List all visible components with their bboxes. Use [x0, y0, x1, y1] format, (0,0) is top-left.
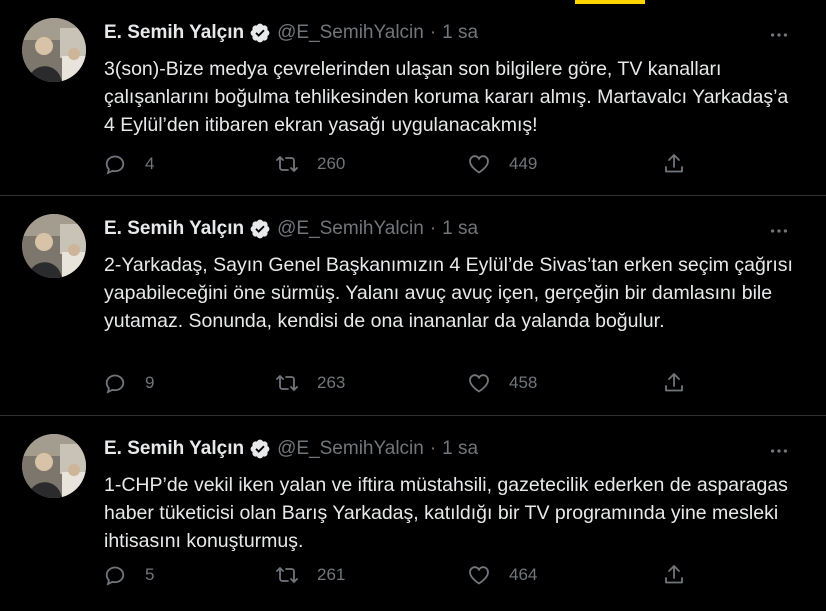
author-name[interactable]: E. Semih Yalçın — [104, 218, 244, 240]
timestamp[interactable]: 1 sa — [442, 218, 478, 240]
reply-button[interactable]: 9 — [103, 368, 154, 398]
retweet-count: 261 — [317, 565, 346, 584]
retweet-button[interactable]: 263 — [275, 368, 345, 398]
heart-icon — [469, 566, 489, 585]
share-icon — [665, 154, 683, 173]
separator-dot: · — [429, 438, 437, 459]
tweet-header: E. Semih Yalçın @E_SemihYalcin · 1 sa — [104, 218, 478, 240]
like-count: 464 — [509, 565, 538, 584]
verified-badge-icon — [249, 438, 271, 460]
tweet-text: 3(son)-Bize medya çevrelerinden ulaşan s… — [104, 58, 789, 136]
author-handle[interactable]: @E_SemihYalcin — [277, 22, 424, 44]
tweet-text: 1-CHP’de vekil iken yalan ve iftira müst… — [104, 474, 788, 552]
retweet-icon — [276, 375, 298, 391]
more-dots-icon[interactable] — [762, 434, 796, 468]
verified-badge-icon — [249, 22, 271, 44]
reply-button[interactable]: 4 — [103, 149, 154, 179]
retweet-button[interactable]: 260 — [275, 149, 345, 179]
retweet-count: 263 — [317, 373, 346, 392]
reply-count: 5 — [145, 565, 155, 584]
reply-icon — [105, 155, 125, 175]
avatar[interactable] — [22, 18, 86, 82]
author-handle[interactable]: @E_SemihYalcin — [277, 438, 424, 460]
like-button[interactable]: 458 — [467, 368, 537, 398]
reply-icon — [105, 374, 125, 394]
retweet-count: 260 — [317, 154, 346, 173]
reply-button[interactable]: 5 — [103, 560, 154, 590]
author-name[interactable]: E. Semih Yalçın — [104, 22, 244, 44]
tweet-actions: 4 260 449 — [0, 149, 826, 179]
like-count: 458 — [509, 373, 538, 392]
like-button[interactable]: 464 — [467, 560, 537, 590]
share-icon — [665, 373, 683, 392]
more-dots-icon[interactable] — [762, 214, 796, 248]
tweet-actions: 5 261 464 — [0, 560, 826, 590]
retweet-icon — [276, 567, 298, 583]
tweet-header: E. Semih Yalçın @E_SemihYalcin · 1 sa — [104, 438, 478, 460]
reply-count: 9 — [145, 373, 155, 392]
avatar[interactable] — [22, 214, 86, 278]
separator-dot: · — [429, 22, 437, 43]
tweet-header: E. Semih Yalçın @E_SemihYalcin · 1 sa — [104, 22, 478, 44]
author-name[interactable]: E. Semih Yalçın — [104, 438, 244, 460]
retweet-icon — [276, 156, 298, 172]
like-count: 449 — [509, 154, 538, 173]
tweet[interactable]: E. Semih Yalçın @E_SemihYalcin · 1 sa 1-… — [0, 416, 826, 611]
like-button[interactable]: 449 — [467, 149, 537, 179]
share-button[interactable] — [662, 560, 686, 590]
tweet[interactable]: E. Semih Yalçın @E_SemihYalcin · 1 sa 3(… — [0, 0, 826, 196]
tweet[interactable]: E. Semih Yalçın @E_SemihYalcin · 1 sa 2-… — [0, 196, 826, 416]
share-button[interactable] — [662, 368, 686, 398]
tweet-text: 2-Yarkadaş, Sayın Genel Başkanımızın 4 E… — [104, 254, 793, 332]
avatar[interactable] — [22, 434, 86, 498]
reply-icon — [105, 566, 125, 586]
tweet-actions: 9 263 458 — [0, 368, 826, 398]
separator-dot: · — [429, 218, 437, 239]
share-icon — [665, 565, 683, 584]
retweet-button[interactable]: 261 — [275, 560, 345, 590]
reply-count: 4 — [145, 154, 155, 173]
verified-badge-icon — [249, 218, 271, 240]
timestamp[interactable]: 1 sa — [442, 438, 478, 460]
heart-icon — [469, 155, 489, 174]
heart-icon — [469, 374, 489, 393]
timestamp[interactable]: 1 sa — [442, 22, 478, 44]
author-handle[interactable]: @E_SemihYalcin — [277, 218, 424, 240]
more-dots-icon[interactable] — [762, 18, 796, 52]
share-button[interactable] — [662, 149, 686, 179]
